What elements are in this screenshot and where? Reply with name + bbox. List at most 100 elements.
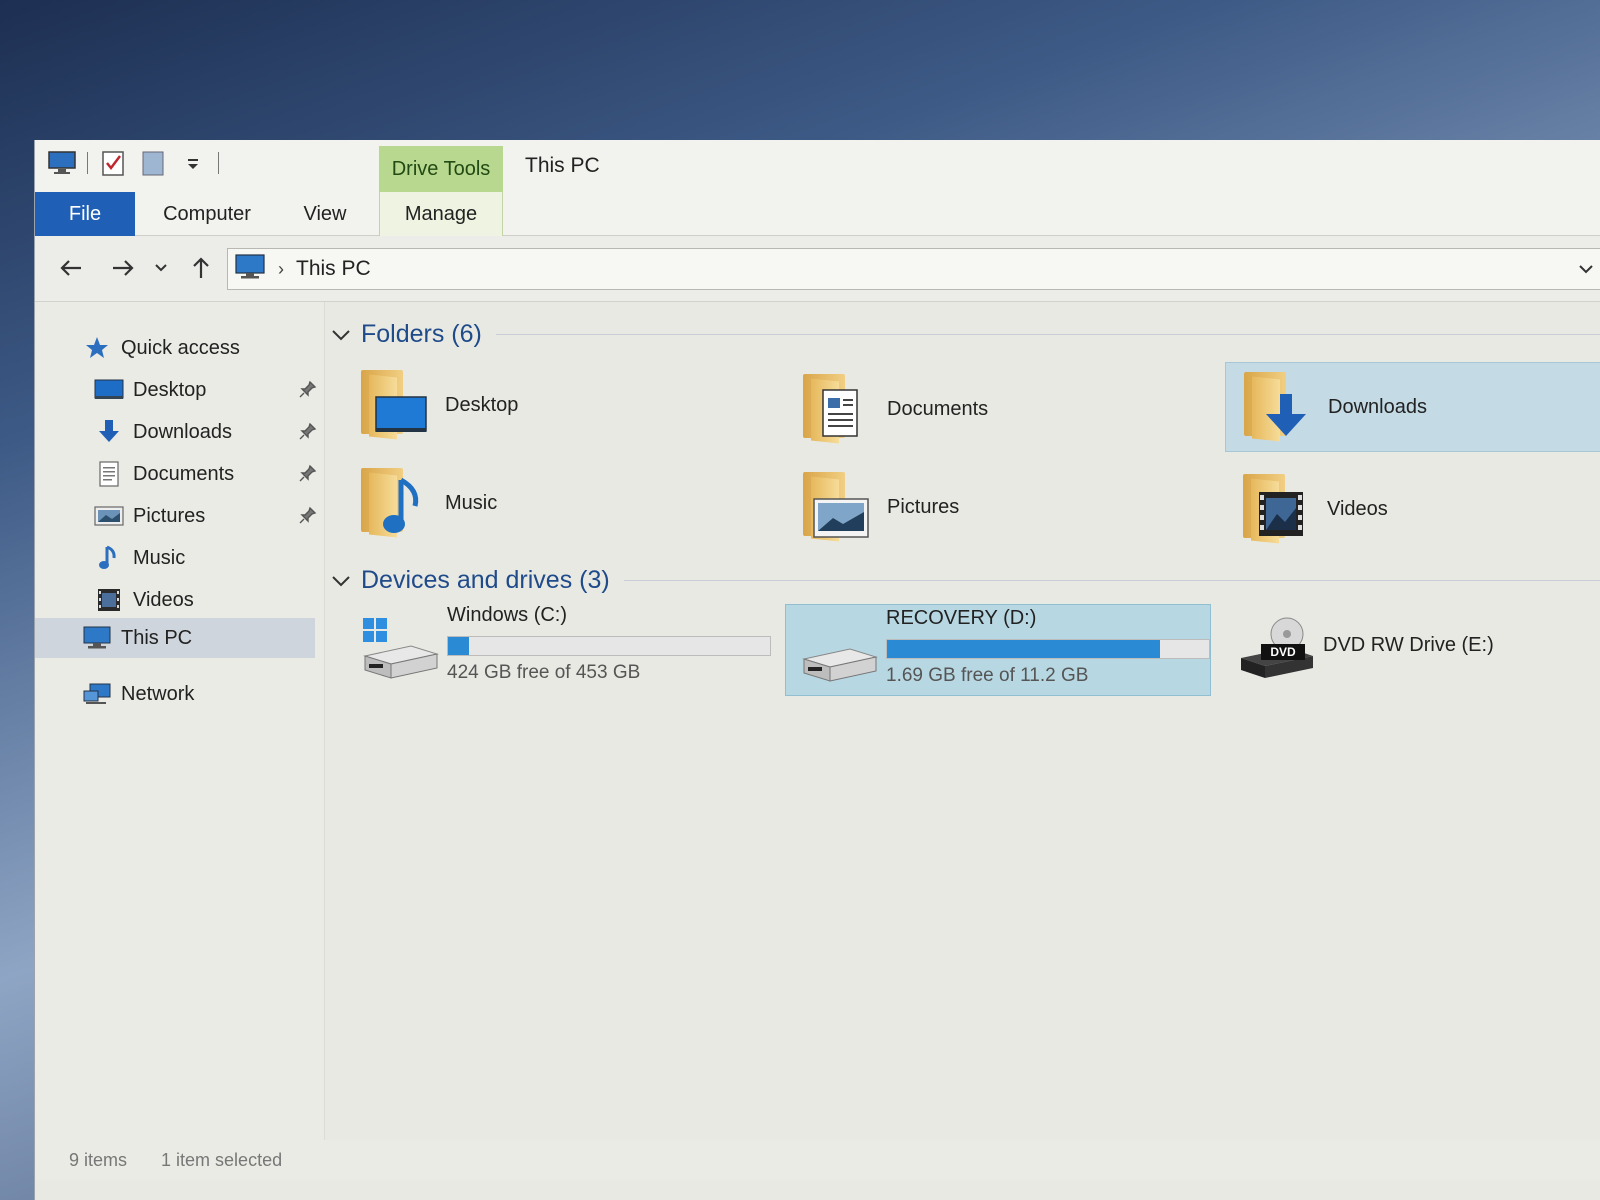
window-title: This PC	[525, 154, 600, 177]
toolbar-separator	[87, 152, 88, 174]
drive-name: Windows (C:)	[447, 604, 568, 626]
videos-icon	[93, 584, 125, 616]
new-folder-icon[interactable]	[138, 148, 168, 178]
breadcrumb-chevron-icon[interactable]: ›	[278, 259, 284, 280]
address-dropdown-chevron-icon[interactable]	[1578, 258, 1594, 279]
sidebar-item-videos[interactable]: Videos	[35, 580, 325, 620]
group-divider	[623, 579, 1600, 581]
sidebar-item-label: This PC	[121, 626, 193, 649]
navigation-bar: › This PC	[35, 236, 1600, 302]
pictures-icon	[93, 500, 125, 532]
customize-toolbar-icon[interactable]	[178, 148, 208, 178]
drive-tools-context-tab: Drive Tools	[379, 146, 503, 192]
collapse-chevron-icon[interactable]	[331, 566, 357, 595]
tab-file[interactable]: File	[35, 192, 135, 236]
documents-folder-icon	[797, 370, 875, 448]
desktop-folder-icon	[355, 366, 433, 444]
folders-header-label: Folders (6)	[361, 319, 482, 348]
dvd-drive-icon: DVD	[1237, 616, 1315, 682]
videos-folder-icon	[1237, 470, 1315, 548]
drive-tile-d[interactable]: RECOVERY (D:) 1.69 GB free of 11.2 GB	[785, 604, 1211, 696]
content-pane: Folders (6) Desktop Documents Downloads	[327, 302, 1600, 1152]
drive-tile-c[interactable]: Windows (C:) 424 GB free of 453 GB	[347, 602, 773, 694]
devices-header-label: Devices and drives (3)	[361, 565, 610, 594]
back-arrow-icon[interactable]	[53, 250, 89, 286]
folder-label: Documents	[887, 397, 989, 420]
toolbar-separator	[218, 152, 219, 174]
tab-manage[interactable]: Manage	[379, 192, 503, 236]
computer-icon[interactable]	[47, 148, 77, 178]
address-bar[interactable]: › This PC	[227, 248, 1600, 290]
downloads-folder-icon	[1238, 368, 1316, 446]
sidebar-item-documents[interactable]: Documents	[35, 454, 325, 494]
sidebar-item-label: Network	[121, 682, 195, 705]
sidebar-item-label: Quick access	[121, 336, 240, 359]
sidebar-item-pictures[interactable]: Pictures	[35, 496, 325, 536]
item-count: 9 items	[69, 1149, 128, 1170]
drive-tile-e[interactable]: DVD DVD RW Drive (E:)	[1223, 602, 1600, 694]
recovery-drive-icon	[800, 619, 878, 685]
pin-icon[interactable]	[299, 380, 317, 404]
network-icon	[81, 678, 113, 710]
documents-icon	[93, 458, 125, 490]
quick-access-toolbar	[47, 148, 219, 178]
sidebar-item-quick-access[interactable]: Quick access	[35, 328, 325, 368]
drive-usage-fill	[448, 637, 469, 655]
ribbon-tabs: File Computer View Manage	[35, 192, 1600, 236]
sidebar-item-label: Desktop	[133, 378, 207, 401]
sidebar-item-network[interactable]: Network	[35, 674, 325, 714]
drive-usage-fill	[887, 640, 1161, 658]
properties-icon[interactable]	[98, 148, 128, 178]
star-icon	[81, 332, 113, 364]
status-bar: 9 items 1 item selected	[35, 1140, 1600, 1180]
folder-label: Videos	[1327, 497, 1388, 520]
tab-computer[interactable]: Computer	[147, 192, 267, 236]
file-explorer-window: Drive Tools This PC File Computer View M…	[34, 140, 1600, 1200]
folder-tile-desktop[interactable]: Desktop	[343, 360, 763, 450]
folder-tile-documents[interactable]: Documents	[785, 364, 1205, 454]
sidebar-item-this-pc[interactable]: This PC	[35, 618, 315, 658]
drive-free-space: 1.69 GB free of 11.2 GB	[886, 665, 1089, 686]
pictures-folder-icon	[797, 468, 875, 546]
sidebar-item-music[interactable]: Music	[35, 538, 325, 578]
devices-group-header[interactable]: Devices and drives (3)	[331, 560, 1600, 600]
pin-icon[interactable]	[299, 464, 317, 488]
folder-tile-downloads[interactable]: Downloads	[1225, 362, 1600, 452]
pin-icon[interactable]	[299, 506, 317, 530]
this-pc-icon	[234, 253, 266, 286]
breadcrumb-this-pc[interactable]: This PC	[296, 257, 371, 281]
navigation-pane: Quick access Desktop Downloads Documents	[35, 302, 325, 1152]
drive-name: DVD RW Drive (E:)	[1323, 634, 1494, 656]
tab-view[interactable]: View	[287, 192, 363, 236]
title-bar: Drive Tools This PC	[35, 140, 1600, 192]
drive-free-space: 424 GB free of 453 GB	[447, 662, 641, 683]
pin-icon[interactable]	[299, 422, 317, 446]
desktop-icon	[93, 374, 125, 406]
selection-count: 1 item selected	[161, 1149, 283, 1170]
folder-tile-videos[interactable]: Videos	[1225, 464, 1600, 554]
music-folder-icon	[355, 464, 433, 542]
drive-usage-bar	[447, 636, 771, 656]
drive-name: RECOVERY (D:)	[886, 607, 1037, 629]
windows-drive-icon	[361, 616, 439, 682]
forward-arrow-icon[interactable]	[105, 250, 141, 286]
recent-locations-chevron-icon[interactable]	[149, 250, 173, 286]
folder-label: Downloads	[1328, 395, 1427, 418]
folder-label: Pictures	[887, 495, 960, 518]
music-icon	[93, 542, 125, 574]
this-pc-icon	[81, 622, 113, 654]
collapse-chevron-icon[interactable]	[331, 320, 357, 349]
group-divider	[495, 333, 1600, 335]
sidebar-item-desktop[interactable]: Desktop	[35, 370, 325, 410]
downloads-icon	[93, 416, 125, 448]
up-arrow-icon[interactable]	[183, 250, 219, 286]
sidebar-item-label: Pictures	[133, 504, 206, 527]
sidebar-item-label: Downloads	[133, 420, 232, 443]
folder-tile-music[interactable]: Music	[343, 458, 763, 548]
folder-tile-pictures[interactable]: Pictures	[785, 462, 1205, 552]
folder-label: Music	[445, 491, 498, 514]
sidebar-item-downloads[interactable]: Downloads	[35, 412, 325, 452]
folders-group-header[interactable]: Folders (6)	[331, 314, 1600, 354]
folder-label: Desktop	[445, 393, 519, 416]
drive-usage-bar	[886, 639, 1210, 659]
